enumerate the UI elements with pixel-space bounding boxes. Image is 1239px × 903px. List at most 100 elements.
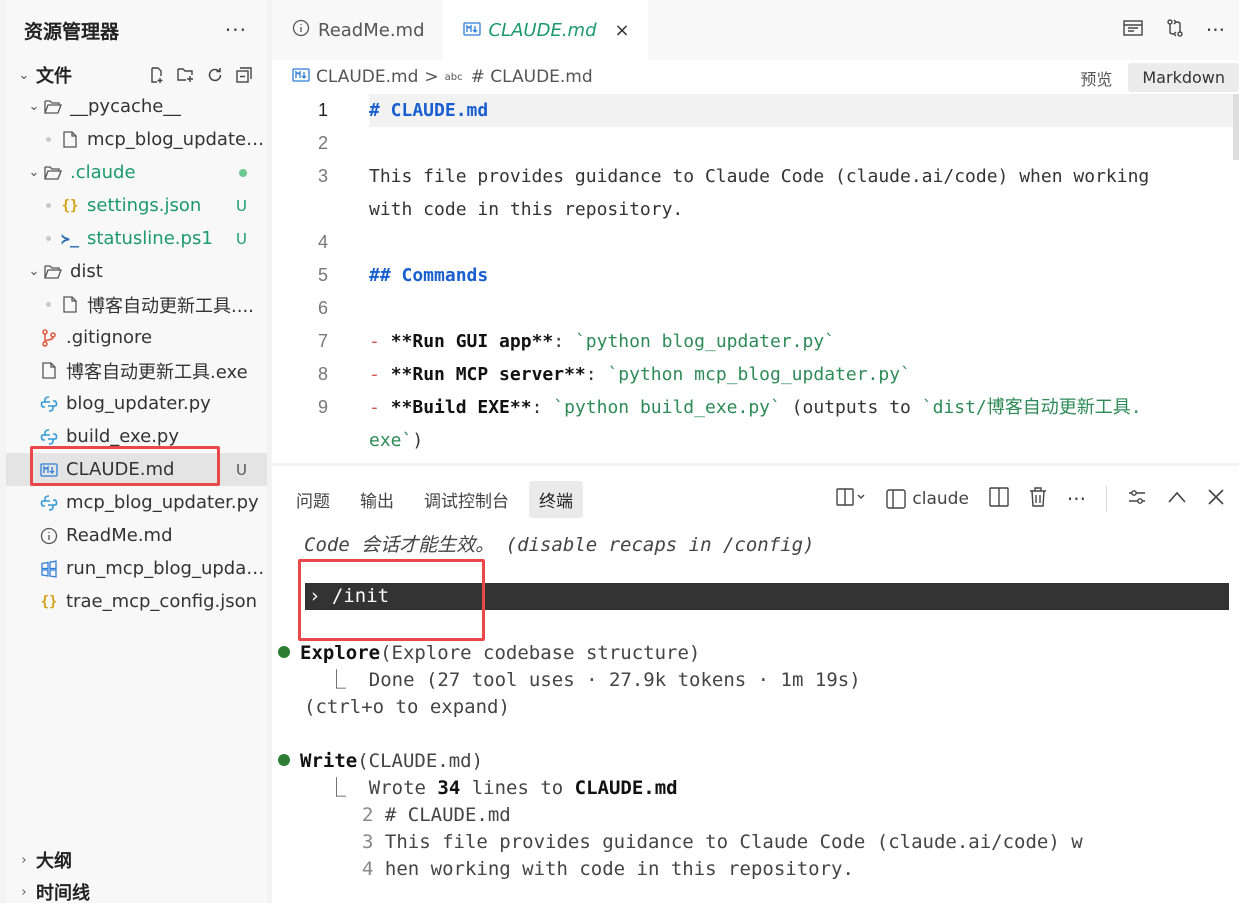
line-text: [330, 292, 369, 325]
json-icon: {}: [61, 197, 79, 214]
markdown-icon: [292, 67, 310, 87]
maximize-panel-icon[interactable]: [1167, 489, 1187, 509]
tree-item-exe[interactable]: 博客自动更新工具.exe: [6, 354, 267, 387]
terminal-prompt-line[interactable]: › /init: [305, 583, 1229, 610]
untracked-badge: U: [236, 196, 247, 215]
inline-code: `python blog_updater.py`: [574, 331, 836, 352]
breadcrumb: CLAUDE.md > abc # CLAUDE.md 预览 Markdown: [272, 60, 1239, 94]
outline-section-header[interactable]: › 大纲: [6, 845, 267, 875]
plain-text: lines to: [460, 777, 575, 799]
tab-output[interactable]: 输出: [350, 481, 404, 518]
timeline-section-header[interactable]: › 时间线: [6, 877, 267, 903]
more-icon[interactable]: ···: [1067, 487, 1086, 511]
chevron-down-icon: ⌄: [28, 99, 40, 114]
bold-text: **Run MCP server**: [390, 364, 586, 385]
preview-side-icon[interactable]: [1122, 18, 1144, 42]
files-section-header[interactable]: ⌄ 文件: [6, 60, 267, 90]
panel-tabs: 问题 输出 调试控制台 终端 claude ···: [272, 466, 1239, 532]
compare-changes-icon[interactable]: [1164, 17, 1186, 43]
tree-item-mcp-blog-updater-pyc[interactable]: mcp_blog_updater...: [6, 123, 267, 156]
tree-item-dist-exe[interactable]: 博客自动更新工具....: [6, 288, 267, 321]
plain-text: :: [553, 331, 575, 352]
status-dot-icon: [278, 645, 290, 658]
indent-dot: [46, 236, 51, 241]
tree-item-claude-md[interactable]: CLAUDE.md U: [6, 453, 267, 486]
code-line: 1 # CLAUDE.md: [272, 94, 1239, 127]
line-count: 34: [437, 777, 461, 799]
more-actions-icon[interactable]: ···: [1206, 18, 1225, 42]
new-folder-icon[interactable]: [175, 64, 197, 86]
git-icon: [40, 328, 58, 347]
untracked-badge: U: [236, 229, 247, 248]
file-icon: [40, 362, 58, 380]
line-text: [330, 127, 369, 160]
collapse-all-icon[interactable]: [233, 64, 255, 86]
terminal-line: ⎿ Wrote 34 lines to CLAUDE.md: [304, 775, 1239, 802]
terminal-instance[interactable]: claude: [886, 489, 969, 509]
tree-item-label: 博客自动更新工具....: [87, 295, 254, 317]
code-line: with code in this repository.: [272, 193, 1239, 226]
tree-item-blog-updater-py[interactable]: blog_updater.py: [6, 387, 267, 420]
tree-item-pycache[interactable]: ⌄ __pycache__: [6, 90, 267, 123]
tree-item-mcp-blog-updater-py[interactable]: mcp_blog_updater.py: [6, 486, 267, 519]
tree-item-statusline-ps1[interactable]: ≻_ statusline.ps1 U: [6, 222, 267, 255]
tool-args: (CLAUDE.md): [357, 750, 484, 772]
list-bullet: -: [369, 397, 391, 418]
explorer-title: 资源管理器: [24, 20, 120, 43]
new-file-icon[interactable]: [146, 64, 168, 86]
folder-open-icon: [44, 263, 62, 281]
tree-item-run-mcp-bat[interactable]: run_mcp_blog_updat...: [6, 552, 267, 585]
close-panel-icon[interactable]: [1207, 488, 1225, 511]
breadcrumb-file[interactable]: CLAUDE.md: [316, 67, 418, 87]
windows-icon: [40, 559, 58, 578]
terminal-icon: [886, 489, 907, 509]
plain-text: (outputs to: [780, 397, 922, 418]
terminal-line: ⎿ Done (27 tool uses · 27.9k tokens · 1m…: [304, 669, 861, 691]
language-mode-button[interactable]: Markdown: [1128, 63, 1239, 92]
breadcrumb-symbol[interactable]: # CLAUDE.md: [471, 67, 593, 87]
line-number: 8: [317, 364, 328, 384]
tree-item-label: trae_mcp_config.json: [66, 591, 258, 612]
tree-item-build-exe-py[interactable]: build_exe.py: [6, 420, 267, 453]
code-view[interactable]: 1 # CLAUDE.md 2 3 This file provides guida…: [272, 94, 1239, 457]
tree-item-readme-md[interactable]: ReadMe.md: [6, 519, 267, 552]
code-line: exe`): [272, 424, 1239, 457]
close-icon[interactable]: ×: [615, 20, 630, 41]
editor-scrollbar[interactable]: [1233, 94, 1239, 160]
explorer-sidebar: 资源管理器 ··· ⌄ 文件 ⌄ __pycache__ mcp_blog_up…: [6, 0, 267, 903]
tab-debug-console[interactable]: 调试控制台: [414, 481, 519, 518]
powershell-icon: ≻_: [60, 229, 80, 248]
tab-readme[interactable]: ReadMe.md: [272, 0, 443, 60]
tree-item-gitignore[interactable]: .gitignore: [6, 321, 267, 354]
tab-claude-md[interactable]: CLAUDE.md ×: [442, 0, 648, 60]
refresh-icon[interactable]: [204, 64, 226, 86]
tree-item-settings-json[interactable]: {} settings.json U: [6, 189, 267, 222]
split-terminal-icon[interactable]: [989, 486, 1009, 512]
terminal-name: claude: [912, 489, 969, 509]
status-dot-icon: [278, 753, 290, 766]
settings-sliders-icon[interactable]: [1127, 487, 1147, 512]
trash-icon[interactable]: [1029, 486, 1047, 512]
tree-item-label: statusline.ps1: [87, 228, 213, 249]
file-tree: ⌄ __pycache__ mcp_blog_updater... ⌄ .cla…: [6, 90, 267, 618]
line-text: ## Commands: [369, 265, 489, 286]
line-number: [272, 193, 330, 226]
tree-item-trae-mcp-config[interactable]: {} trae_mcp_config.json: [6, 585, 267, 618]
tree-item-dist[interactable]: ⌄ dist: [6, 255, 267, 288]
line-number: [272, 424, 330, 457]
diff-line-number: 3: [362, 831, 374, 853]
python-icon: [40, 395, 58, 413]
new-terminal-split-icon[interactable]: [836, 487, 866, 511]
inline-code: `python build_exe.py`: [553, 397, 781, 418]
tree-item-label: build_exe.py: [66, 426, 179, 447]
line-number: 3: [317, 166, 328, 186]
preview-button[interactable]: 预览: [1080, 66, 1112, 90]
line-number: 1: [317, 100, 328, 120]
tab-problems[interactable]: 问题: [286, 481, 340, 518]
tab-terminal[interactable]: 终端: [529, 480, 583, 518]
tab-label: ReadMe.md: [318, 19, 425, 41]
tree-item-claude-folder[interactable]: ⌄ .claude: [6, 156, 267, 189]
more-icon[interactable]: ···: [225, 18, 247, 42]
chevron-down-icon: ⌄: [28, 165, 40, 180]
